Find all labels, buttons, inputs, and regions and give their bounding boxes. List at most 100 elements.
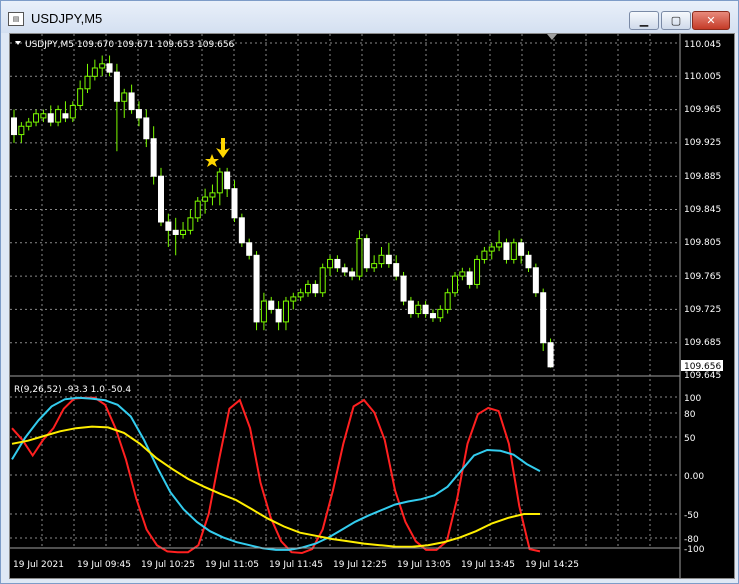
candle-body-bull <box>415 304 422 315</box>
window-title: USDJPY,M5 <box>31 11 103 26</box>
candle-body-bear <box>393 263 400 277</box>
candle-body-bull <box>496 242 503 248</box>
time-label: 19 Jul 09:45 <box>77 560 131 570</box>
indicator-info: R(9,26,52) -93.3 1.0 -50.4 <box>14 385 131 395</box>
candle-body-bull <box>459 271 466 277</box>
candle-body-bear <box>363 238 370 269</box>
candle-body-bear <box>231 188 238 219</box>
candle-body-bull <box>187 217 194 231</box>
candle-body-bear <box>466 271 473 285</box>
time-label: 19 Jul 10:25 <box>141 560 195 570</box>
candle-body-bull <box>319 267 326 294</box>
candle-body-bear <box>268 300 275 310</box>
close-icon: ✕ <box>706 14 716 27</box>
candle-body-bull <box>305 283 311 294</box>
candle-body-bull <box>18 125 25 136</box>
candle-body-bear <box>158 175 164 223</box>
grid <box>10 34 680 548</box>
price-label: 109.965 <box>684 105 721 115</box>
time-label: 19 Jul 2021 <box>13 560 64 570</box>
candle-body-bull <box>55 109 62 123</box>
candle-body-bear <box>312 283 319 294</box>
candle-body-bear <box>400 275 407 302</box>
candle-body-bull <box>452 275 458 294</box>
candle-body-bear <box>540 292 547 344</box>
candle-body-bear <box>349 271 356 277</box>
candle-body-bull <box>297 292 304 298</box>
main-chart-info: USDJPY,M5 109.670 109.671 109.653 109.65… <box>25 40 235 50</box>
candle-body-bear <box>62 113 69 119</box>
candle-body-bear <box>429 313 436 319</box>
candle-body-bear <box>246 242 253 256</box>
time-label: 19 Jul 13:45 <box>461 560 515 570</box>
candle-body-bear <box>422 304 429 315</box>
price-axis: 110.045 110.005 109.965 109.925 109.885 … <box>684 40 721 381</box>
candle-body-bull <box>33 113 40 123</box>
candle-body-bear <box>150 138 157 177</box>
chart-area[interactable]: USDJPY,M5 109.670 109.671 109.653 109.65… <box>9 33 735 579</box>
price-label: 109.925 <box>684 138 721 148</box>
candle-body-bear <box>547 342 554 368</box>
candle-body-bull <box>202 196 209 202</box>
price-label: 109.885 <box>684 172 721 182</box>
candle-body-bull <box>356 238 363 277</box>
candle-body-bear <box>532 267 539 294</box>
candle-body-bull <box>290 296 297 302</box>
level-label: -100 <box>684 545 705 555</box>
minimize-icon: ▁ <box>639 14 649 27</box>
candle-body-bull <box>91 67 98 77</box>
indicator-line-r26 <box>11 396 541 551</box>
candle-body-bull <box>99 63 106 69</box>
window-titlebar[interactable]: ▤ USDJPY,M5 ▁ ▢ ✕ <box>1 1 738 33</box>
indicator-axis: 100 80 50 0.00 -50 -80 -100 <box>684 394 705 555</box>
candle-body-bull <box>209 192 216 198</box>
candle-body-bear <box>385 254 392 265</box>
candle-body-bear <box>503 242 510 260</box>
candle-body-bear <box>143 117 150 140</box>
candle-body-bear <box>113 71 120 102</box>
candle-body-bear <box>135 109 142 119</box>
candle-body-bull <box>437 308 444 319</box>
candle-body-bull <box>25 121 32 127</box>
candle-body-bull <box>121 92 128 102</box>
maximize-button[interactable]: ▢ <box>661 11 691 30</box>
price-label: 110.005 <box>684 72 721 82</box>
candle-body-bear <box>165 221 172 231</box>
level-label: -80 <box>684 535 699 545</box>
candle-body-bull <box>77 88 84 106</box>
time-label: 19 Jul 11:45 <box>269 560 323 570</box>
candle-body-bull <box>84 75 91 90</box>
price-label: 109.645 <box>684 371 721 381</box>
candle-body-bear <box>128 92 135 111</box>
candle-body-bear <box>275 308 282 323</box>
arrow-down-star-icon[interactable] <box>205 138 230 167</box>
price-label: 109.805 <box>684 238 721 248</box>
candle-body-bear <box>47 113 54 123</box>
chart-shift-marker-icon[interactable] <box>547 34 557 40</box>
candle-body-bull <box>444 292 451 310</box>
price-label: 109.725 <box>684 305 721 315</box>
minimize-button[interactable]: ▁ <box>629 11 659 30</box>
candle-body-bear <box>407 300 414 315</box>
candle-body-bull <box>510 242 517 260</box>
candle-body-bear <box>334 258 341 269</box>
candle-body-bull <box>216 171 223 194</box>
candle-body-bear <box>11 117 17 136</box>
time-axis: 19 Jul 2021 19 Jul 09:45 19 Jul 10:25 19… <box>13 560 579 570</box>
time-label: 19 Jul 12:25 <box>333 560 387 570</box>
chart-window-icon[interactable]: ▤ <box>8 12 24 26</box>
level-label: 50 <box>684 434 696 444</box>
candle-body-bull <box>481 250 488 260</box>
chart-window: ▤ USDJPY,M5 ▁ ▢ ✕ USDJPY,M5 109.670 109.… <box>0 0 739 584</box>
time-label: 19 Jul 13:05 <box>397 560 451 570</box>
chart-canvas[interactable]: USDJPY,M5 109.670 109.671 109.653 109.65… <box>10 34 734 578</box>
maximize-icon: ▢ <box>670 14 682 27</box>
candle-body-bull <box>180 229 187 235</box>
candle-body-bear <box>253 254 260 323</box>
candle-body-bear <box>238 217 245 244</box>
candle-body-bull <box>327 258 334 269</box>
candle-body-bull <box>260 300 267 323</box>
price-label: 110.045 <box>684 40 721 50</box>
close-button[interactable]: ✕ <box>692 11 730 30</box>
level-label: 0.00 <box>684 472 704 482</box>
